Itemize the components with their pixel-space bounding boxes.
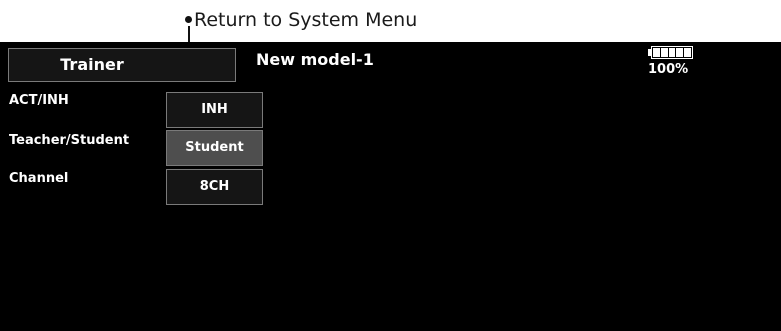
bullet-dot-icon [185, 16, 192, 23]
channel-label: Channel [9, 171, 69, 186]
battery-cell [668, 48, 676, 57]
screenshot-stage: Return to System Menu Trainer New model-… [0, 0, 781, 331]
channel-button[interactable]: 8CH [166, 169, 263, 205]
battery-icon [648, 46, 696, 59]
teacher-student-button[interactable]: Student [166, 130, 263, 166]
battery-cell [684, 48, 691, 57]
act-inh-label: ACT/INH [9, 93, 69, 108]
teacher-student-label: Teacher/Student [9, 133, 130, 148]
title-button-label: Trainer [60, 55, 124, 74]
transmitter-screen: Trainer New model-1 100% ACT/INH INH Tea… [0, 42, 781, 331]
callout-leader-line [188, 26, 190, 42]
trainer-title-button[interactable]: Trainer [8, 48, 236, 82]
return-to-system-menu-callout: Return to System Menu [185, 8, 417, 32]
battery-cell [676, 48, 684, 57]
battery-cell [660, 48, 668, 57]
callout-text: Return to System Menu [194, 9, 418, 31]
battery-percent: 100% [648, 62, 689, 77]
battery-cell [653, 48, 660, 57]
model-name: New model-1 [256, 50, 374, 69]
battery-body [651, 46, 693, 59]
act-inh-button[interactable]: INH [166, 92, 263, 128]
